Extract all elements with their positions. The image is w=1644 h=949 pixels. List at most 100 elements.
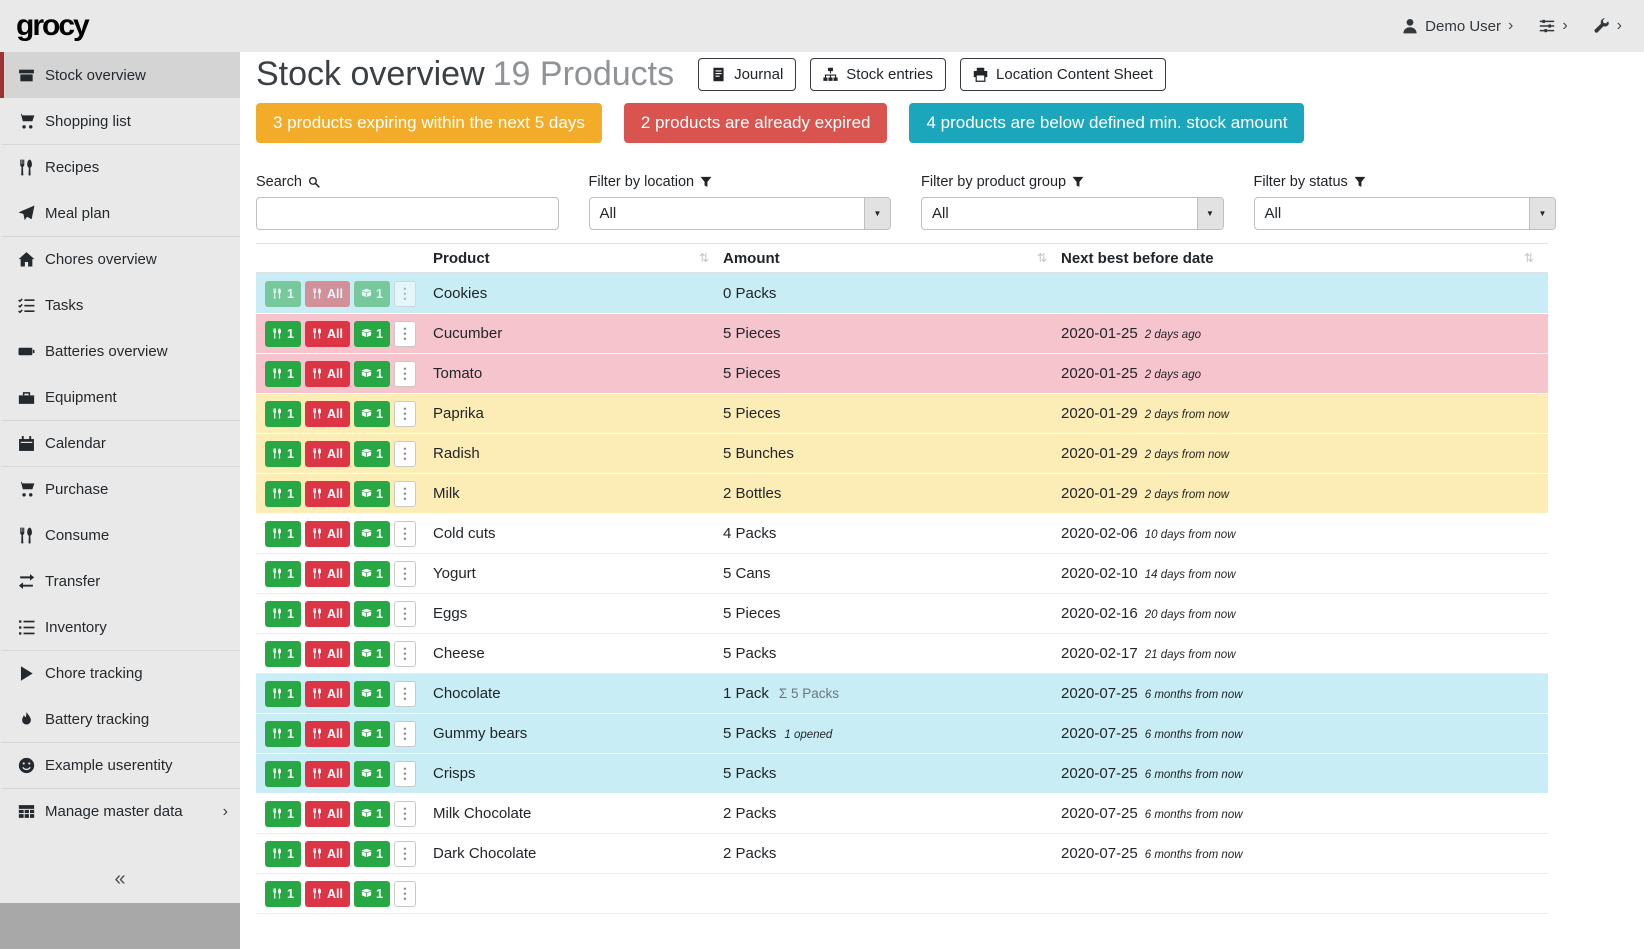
open-one-button[interactable]: 1 (354, 361, 390, 387)
consume-all-button[interactable]: All (305, 641, 350, 667)
row-menu-button[interactable]: ⋮ (394, 881, 416, 907)
open-one-button[interactable]: 1 (354, 321, 390, 347)
sidebar-item-stock-overview[interactable]: Stock overview (0, 52, 240, 98)
row-menu-button[interactable]: ⋮ (394, 601, 416, 627)
consume-one-button[interactable]: 1 (265, 561, 301, 587)
sidebar-item-battery-tracking[interactable]: Battery tracking (0, 696, 240, 742)
sort-icon[interactable]: ⇅ (1524, 251, 1534, 265)
sidebar-item-purchase[interactable]: Purchase (0, 466, 240, 512)
amount-column-header[interactable]: Amount⇅ (723, 244, 1061, 272)
consume-all-button[interactable]: All (305, 721, 350, 747)
consume-all-button[interactable]: All (305, 521, 350, 547)
alert-warning[interactable]: 3 products expiring within the next 5 da… (256, 103, 602, 143)
consume-all-button[interactable]: All (305, 401, 350, 427)
open-one-button[interactable]: 1 (354, 441, 390, 467)
consume-all-button[interactable]: All (305, 481, 350, 507)
open-one-button[interactable]: 1 (354, 801, 390, 827)
consume-all-button[interactable]: All (305, 321, 350, 347)
open-one-button[interactable]: 1 (354, 681, 390, 707)
row-menu-button[interactable]: ⋮ (394, 721, 416, 747)
row-menu-button[interactable]: ⋮ (394, 321, 416, 347)
journal-button[interactable]: Journal (698, 58, 796, 91)
row-menu-button[interactable]: ⋮ (394, 761, 416, 787)
sidebar-item-batteries-overview[interactable]: Batteries overview (0, 328, 240, 374)
consume-one-button[interactable]: 1 (265, 601, 301, 627)
row-menu-button[interactable]: ⋮ (394, 801, 416, 827)
consume-all-button[interactable]: All (305, 281, 350, 307)
consume-one-button[interactable]: 1 (265, 401, 301, 427)
sidebar-item-tasks[interactable]: Tasks (0, 282, 240, 328)
consume-one-button[interactable]: 1 (265, 361, 301, 387)
open-one-button[interactable]: 1 (354, 281, 390, 307)
open-one-button[interactable]: 1 (354, 601, 390, 627)
sidebar-item-manage-master-data[interactable]: Manage master data › (0, 788, 240, 834)
open-one-button[interactable]: 1 (354, 841, 390, 867)
consume-one-button[interactable]: 1 (265, 681, 301, 707)
sidebar-item-chore-tracking[interactable]: Chore tracking (0, 650, 240, 696)
consume-all-button[interactable]: All (305, 681, 350, 707)
consume-all-button[interactable]: All (305, 761, 350, 787)
row-menu-button[interactable]: ⋮ (394, 481, 416, 507)
date-column-header[interactable]: Next best before date⇅ (1061, 244, 1548, 272)
consume-one-button[interactable]: 1 (265, 721, 301, 747)
sort-icon[interactable]: ⇅ (699, 251, 709, 265)
consume-one-button[interactable]: 1 (265, 841, 301, 867)
sort-icon[interactable]: ⇅ (1037, 251, 1047, 265)
consume-one-button[interactable]: 1 (265, 881, 301, 907)
consume-all-button[interactable]: All (305, 801, 350, 827)
open-one-button[interactable]: 1 (354, 481, 390, 507)
location-content-sheet-button[interactable]: Location Content Sheet (960, 58, 1166, 91)
location-select[interactable]: All▼ (589, 197, 892, 230)
consume-one-button[interactable]: 1 (265, 521, 301, 547)
search-input[interactable] (256, 197, 559, 230)
sidebar-collapse-toggle[interactable]: « (0, 855, 240, 903)
consume-one-button[interactable]: 1 (265, 761, 301, 787)
consume-all-button[interactable]: All (305, 841, 350, 867)
consume-all-button[interactable]: All (305, 441, 350, 467)
open-one-button[interactable]: 1 (354, 721, 390, 747)
alert-danger[interactable]: 2 products are already expired (624, 103, 888, 143)
sidebar-item-chores-overview[interactable]: Chores overview (0, 236, 240, 282)
sidebar-item-example-userentity[interactable]: Example userentity (0, 742, 240, 788)
consume-one-button[interactable]: 1 (265, 481, 301, 507)
open-one-button[interactable]: 1 (354, 561, 390, 587)
sidebar-item-equipment[interactable]: Equipment (0, 374, 240, 420)
consume-one-button[interactable]: 1 (265, 281, 301, 307)
user-menu[interactable]: Demo User › (1402, 18, 1513, 35)
row-menu-button[interactable]: ⋮ (394, 641, 416, 667)
product-group-select[interactable]: All▼ (921, 197, 1224, 230)
consume-all-button[interactable]: All (305, 881, 350, 907)
status-select[interactable]: All▼ (1254, 197, 1557, 230)
row-menu-button[interactable]: ⋮ (394, 521, 416, 547)
open-one-button[interactable]: 1 (354, 641, 390, 667)
open-one-button[interactable]: 1 (354, 761, 390, 787)
alert-info[interactable]: 4 products are below defined min. stock … (909, 103, 1304, 143)
sidebar-item-recipes[interactable]: Recipes (0, 144, 240, 190)
sliders-menu[interactable]: › (1539, 18, 1567, 34)
consume-one-button[interactable]: 1 (265, 441, 301, 467)
product-column-header[interactable]: Product⇅ (433, 244, 723, 272)
row-menu-button[interactable]: ⋮ (394, 681, 416, 707)
open-one-button[interactable]: 1 (354, 401, 390, 427)
row-menu-button[interactable]: ⋮ (394, 281, 416, 307)
row-menu-button[interactable]: ⋮ (394, 561, 416, 587)
consume-one-button[interactable]: 1 (265, 321, 301, 347)
consume-one-button[interactable]: 1 (265, 801, 301, 827)
row-menu-button[interactable]: ⋮ (394, 401, 416, 427)
row-menu-button[interactable]: ⋮ (394, 441, 416, 467)
sidebar-item-transfer[interactable]: Transfer (0, 558, 240, 604)
sidebar-item-meal-plan[interactable]: Meal plan (0, 190, 240, 236)
consume-all-button[interactable]: All (305, 601, 350, 627)
sidebar-item-calendar[interactable]: Calendar (0, 420, 240, 466)
open-one-button[interactable]: 1 (354, 521, 390, 547)
consume-all-button[interactable]: All (305, 361, 350, 387)
open-one-button[interactable]: 1 (354, 881, 390, 907)
row-menu-button[interactable]: ⋮ (394, 841, 416, 867)
sidebar-item-inventory[interactable]: Inventory (0, 604, 240, 650)
stock-entries-button[interactable]: Stock entries (810, 58, 946, 91)
sidebar-item-consume[interactable]: Consume (0, 512, 240, 558)
consume-one-button[interactable]: 1 (265, 641, 301, 667)
row-menu-button[interactable]: ⋮ (394, 361, 416, 387)
sidebar-item-shopping-list[interactable]: Shopping list (0, 98, 240, 144)
consume-all-button[interactable]: All (305, 561, 350, 587)
